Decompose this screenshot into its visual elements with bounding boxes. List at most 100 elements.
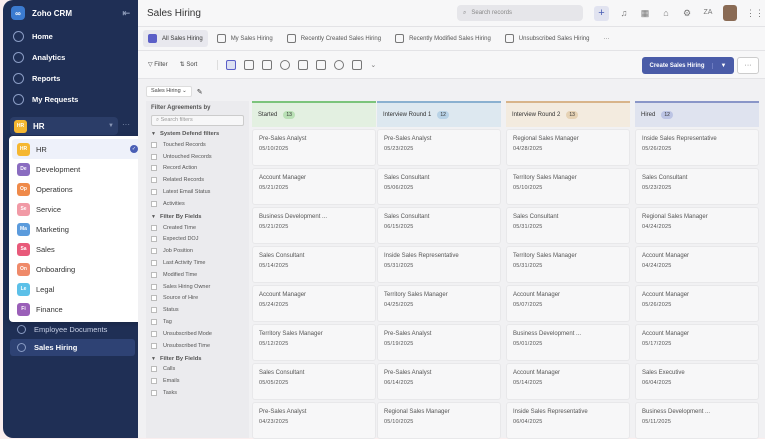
checkbox[interactable] xyxy=(151,189,157,195)
filter-option[interactable]: Created Time xyxy=(151,222,244,234)
filter-option[interactable]: Latest Email Status xyxy=(151,186,244,198)
checkbox[interactable] xyxy=(151,319,157,325)
checkbox[interactable] xyxy=(151,260,157,266)
record-card[interactable]: Sales Consultant05/14/2025 xyxy=(252,246,376,283)
workspace-option-service[interactable]: SeService xyxy=(12,199,143,219)
add-icon[interactable]: + xyxy=(594,6,609,21)
checkbox[interactable] xyxy=(151,225,157,231)
filter-option[interactable]: Untouched Records xyxy=(151,151,244,163)
sheet-view-icon[interactable] xyxy=(298,60,308,70)
tab-5[interactable]: ··· xyxy=(598,30,614,47)
filter-option[interactable]: Activities xyxy=(151,198,244,210)
map-view-icon[interactable] xyxy=(334,60,344,70)
record-card[interactable]: Sales Consultant05/31/2025 xyxy=(506,207,630,244)
record-card[interactable]: Sales Consultant06/15/2025 xyxy=(377,207,501,244)
record-card[interactable]: Account Manager05/24/2025 xyxy=(252,285,376,322)
record-card[interactable]: Account Manager05/26/2025 xyxy=(635,285,759,322)
more-button[interactable]: ··· xyxy=(737,57,759,74)
record-card[interactable]: Account Manager05/14/2025 xyxy=(506,363,630,400)
filter-option[interactable]: Last Activity Time xyxy=(151,257,244,269)
record-card[interactable]: Pre-Sales Analyst06/14/2025 xyxy=(377,363,501,400)
filter-button[interactable]: ▽ Filter xyxy=(148,61,168,68)
record-card[interactable]: Business Development ...05/21/2025 xyxy=(252,207,376,244)
record-card[interactable]: Business Development ...05/01/2025 xyxy=(506,324,630,361)
workspace-option-marketing[interactable]: MaMarketing xyxy=(12,219,143,239)
record-card[interactable]: Territory Sales Manager04/25/2025 xyxy=(377,285,501,322)
checkbox[interactable] xyxy=(151,390,157,396)
caret-down-icon[interactable]: ▼ xyxy=(712,63,734,69)
record-card[interactable]: Sales Consultant05/05/2025 xyxy=(252,363,376,400)
record-card[interactable]: Regional Sales Manager05/10/2025 xyxy=(377,402,501,439)
edit-icon[interactable]: ✎ xyxy=(197,88,203,96)
checkbox[interactable] xyxy=(151,236,157,242)
tab-3[interactable]: Recently Modified Sales Hiring xyxy=(390,30,496,47)
record-card[interactable]: Sales Consultant05/23/2025 xyxy=(635,168,759,205)
view-dropdown[interactable]: Sales Hiring ⌄ xyxy=(146,86,192,97)
workspace-option-operations[interactable]: OpOperations xyxy=(12,179,143,199)
workspace-selector[interactable]: HR HR ▼ xyxy=(10,117,118,135)
checkbox[interactable] xyxy=(151,142,157,148)
bell-icon[interactable]: ♫ xyxy=(618,7,630,19)
record-card[interactable]: Territory Sales Manager05/31/2025 xyxy=(506,246,630,283)
record-card[interactable]: Pre-Sales Analyst05/19/2025 xyxy=(377,324,501,361)
tab-2[interactable]: Recently Created Sales Hiring xyxy=(282,30,386,47)
list-view-icon[interactable] xyxy=(226,60,236,70)
filter-option[interactable]: Tasks xyxy=(151,387,244,399)
calendar-icon[interactable]: ▦ xyxy=(639,7,651,19)
workspace-option-onboarding[interactable]: OnOnboarding xyxy=(12,259,143,279)
kanban-view-icon[interactable] xyxy=(244,60,254,70)
sidebar-item-sales-hiring[interactable]: Sales Hiring xyxy=(10,339,135,356)
record-card[interactable]: Sales Consultant05/06/2025 xyxy=(377,168,501,205)
filter-option[interactable]: Emails xyxy=(151,375,244,387)
record-card[interactable]: Sales Executive06/04/2025 xyxy=(635,363,759,400)
checkbox[interactable] xyxy=(151,201,157,207)
timeline-view-icon[interactable] xyxy=(280,60,290,70)
sidebar-item-home[interactable]: Home xyxy=(3,26,138,47)
filter-section-header[interactable]: ▼Filter By Fields xyxy=(151,356,244,362)
checkbox[interactable] xyxy=(151,284,157,290)
filter-option[interactable]: Status xyxy=(151,304,244,316)
checkbox[interactable] xyxy=(151,165,157,171)
record-card[interactable]: Pre-Sales Analyst05/23/2025 xyxy=(377,129,501,166)
filter-section-header[interactable]: ▼System Defend filters xyxy=(151,131,244,137)
workspace-option-sales[interactable]: SaSales xyxy=(12,239,143,259)
record-card[interactable]: Account Manager05/17/2025 xyxy=(635,324,759,361)
sort-button[interactable]: ⇅ Sort xyxy=(180,61,198,68)
record-card[interactable]: Regional Sales Manager04/28/2025 xyxy=(506,129,630,166)
workspace-option-finance[interactable]: FiFinance xyxy=(12,299,143,319)
checkbox[interactable] xyxy=(151,295,157,301)
filter-option[interactable]: Calls xyxy=(151,364,244,376)
record-card[interactable]: Regional Sales Manager04/24/2025 xyxy=(635,207,759,244)
filter-option[interactable]: Unsubscribed Time xyxy=(151,340,244,352)
filter-option[interactable]: Expected DOJ xyxy=(151,234,244,246)
checkbox[interactable] xyxy=(151,177,157,183)
sidebar-item-my-requests[interactable]: My Requests xyxy=(3,89,138,110)
apps-grid-icon[interactable]: ⋮⋮ xyxy=(746,7,758,19)
workspace-more-icon[interactable]: ··· xyxy=(122,120,130,129)
checkbox[interactable] xyxy=(151,307,157,313)
chart-view-icon[interactable] xyxy=(316,60,326,70)
filter-option[interactable]: Touched Records xyxy=(151,139,244,151)
workspace-option-development[interactable]: DeDevelopment xyxy=(12,159,143,179)
filter-option[interactable]: Record Action xyxy=(151,163,244,175)
filter-section-header[interactable]: ▼Filter By Fields xyxy=(151,214,244,220)
sidebar-item-analytics[interactable]: Analytics xyxy=(3,47,138,68)
filter-option[interactable]: Sales Hiring Owner xyxy=(151,281,244,293)
filter-option[interactable]: Tag xyxy=(151,316,244,328)
chevron-down-icon[interactable]: ⌄ xyxy=(370,61,376,69)
marketplace-icon[interactable]: ⌂ xyxy=(660,7,672,19)
record-card[interactable]: Pre-Sales Analyst05/10/2025 xyxy=(252,129,376,166)
checkbox[interactable] xyxy=(151,248,157,254)
workspace-option-hr[interactable]: HRHR✓ xyxy=(12,139,143,159)
tab-0[interactable]: All Sales Hiring xyxy=(143,30,208,47)
workspace-option-legal[interactable]: LeLegal xyxy=(12,279,143,299)
filter-option[interactable]: Unsubscribed Mode xyxy=(151,328,244,340)
checkbox[interactable] xyxy=(151,343,157,349)
filter-search-input[interactable]: ⌕ Search filters xyxy=(151,115,244,126)
avatar[interactable] xyxy=(723,5,737,21)
record-card[interactable]: Territory Sales Manager05/12/2025 xyxy=(252,324,376,361)
checkbox[interactable] xyxy=(151,366,157,372)
search-input[interactable]: ⌕Search records xyxy=(457,5,583,21)
calendar-view-icon[interactable] xyxy=(352,60,362,70)
checkbox[interactable] xyxy=(151,272,157,278)
